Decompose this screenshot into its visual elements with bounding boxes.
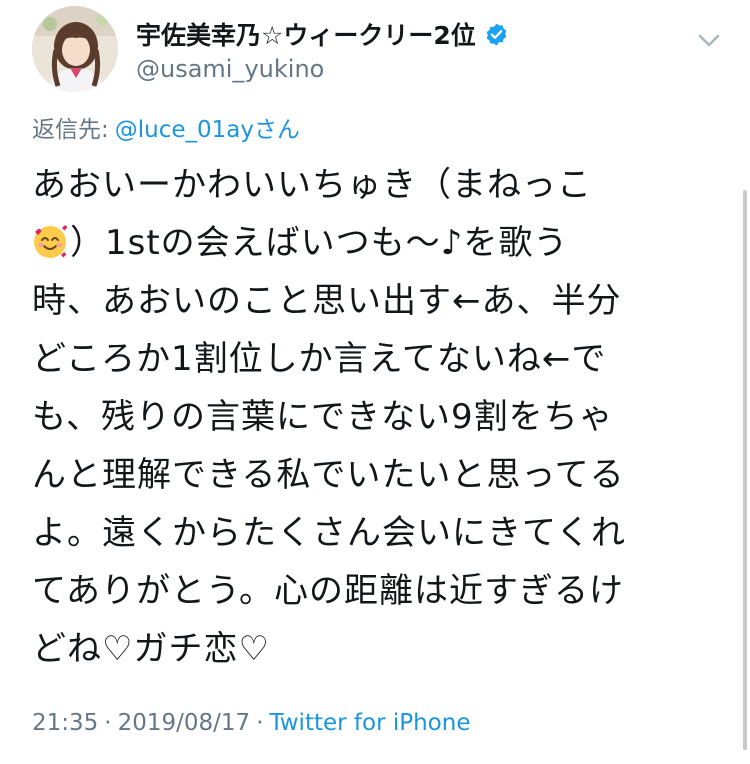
source-link[interactable]: Twitter for iPhone [270,710,471,736]
separator-dot: · [256,710,264,736]
name-row: 宇佐美幸乃☆ウィークリー2位 [136,16,509,52]
scrollbar[interactable] [743,190,747,750]
reply-to-line: 返信先: @luce_01ayさん [32,110,300,144]
smiling-face-with-hearts-icon [32,220,68,258]
avatar-photo [32,6,118,92]
tweet-time[interactable]: 21:35 [32,710,98,736]
tweet-line-7: よ。遠くからたくさん会いにきてくれ [32,513,626,553]
tweet-date[interactable]: 2019/08/17 [118,710,251,736]
verified-badge-icon [484,22,509,47]
tweet-line-3: 時、あおいのこと思い出す←あ、半分 [32,281,622,321]
tweet-line-5: も、残りの言葉にできない9割をちゃ [32,397,614,437]
reply-to-label: 返信先: [32,117,109,143]
tweet-line-4: どころか1割位しか言えてないね←で [32,339,607,379]
tweet-line-9: どね♡ガチ恋♡ [32,629,270,669]
tweet-line-6: んと理解できる私でいたいと思ってる [32,455,625,495]
user-handle[interactable]: @usami_yukino [136,55,324,83]
chevron-down-icon[interactable] [694,28,724,52]
tweet-text: あおいーかわいいちゅき（まねっこ ）1stの会えばいつも〜♪を歌う 時、あおいの… [32,156,722,678]
reply-mention-link[interactable]: @luce_01ayさん [115,117,300,143]
tweet-card: 宇佐美幸乃☆ウィークリー2位 @usami_yukino 返信先: @luce_0… [0,0,750,764]
separator-dot: · [104,710,112,736]
display-name[interactable]: 宇佐美幸乃☆ウィークリー2位 [136,16,476,52]
tweet-line-2-text: ）1stの会えばいつも〜♪を歌う [70,223,569,263]
tweet-line-8: てありがとう。心の距離は近すぎるけ [32,571,624,611]
tweet-footer: 21:35 · 2019/08/17 · Twitter for iPhone [32,710,470,736]
tweet-header: 宇佐美幸乃☆ウィークリー2位 @usami_yukino [32,6,730,98]
tweet-line-2: ）1stの会えばいつも〜♪を歌う [32,214,722,272]
tweet-line-1: あおいーかわいいちゅき（まねっこ [32,165,592,205]
avatar[interactable] [32,6,118,92]
